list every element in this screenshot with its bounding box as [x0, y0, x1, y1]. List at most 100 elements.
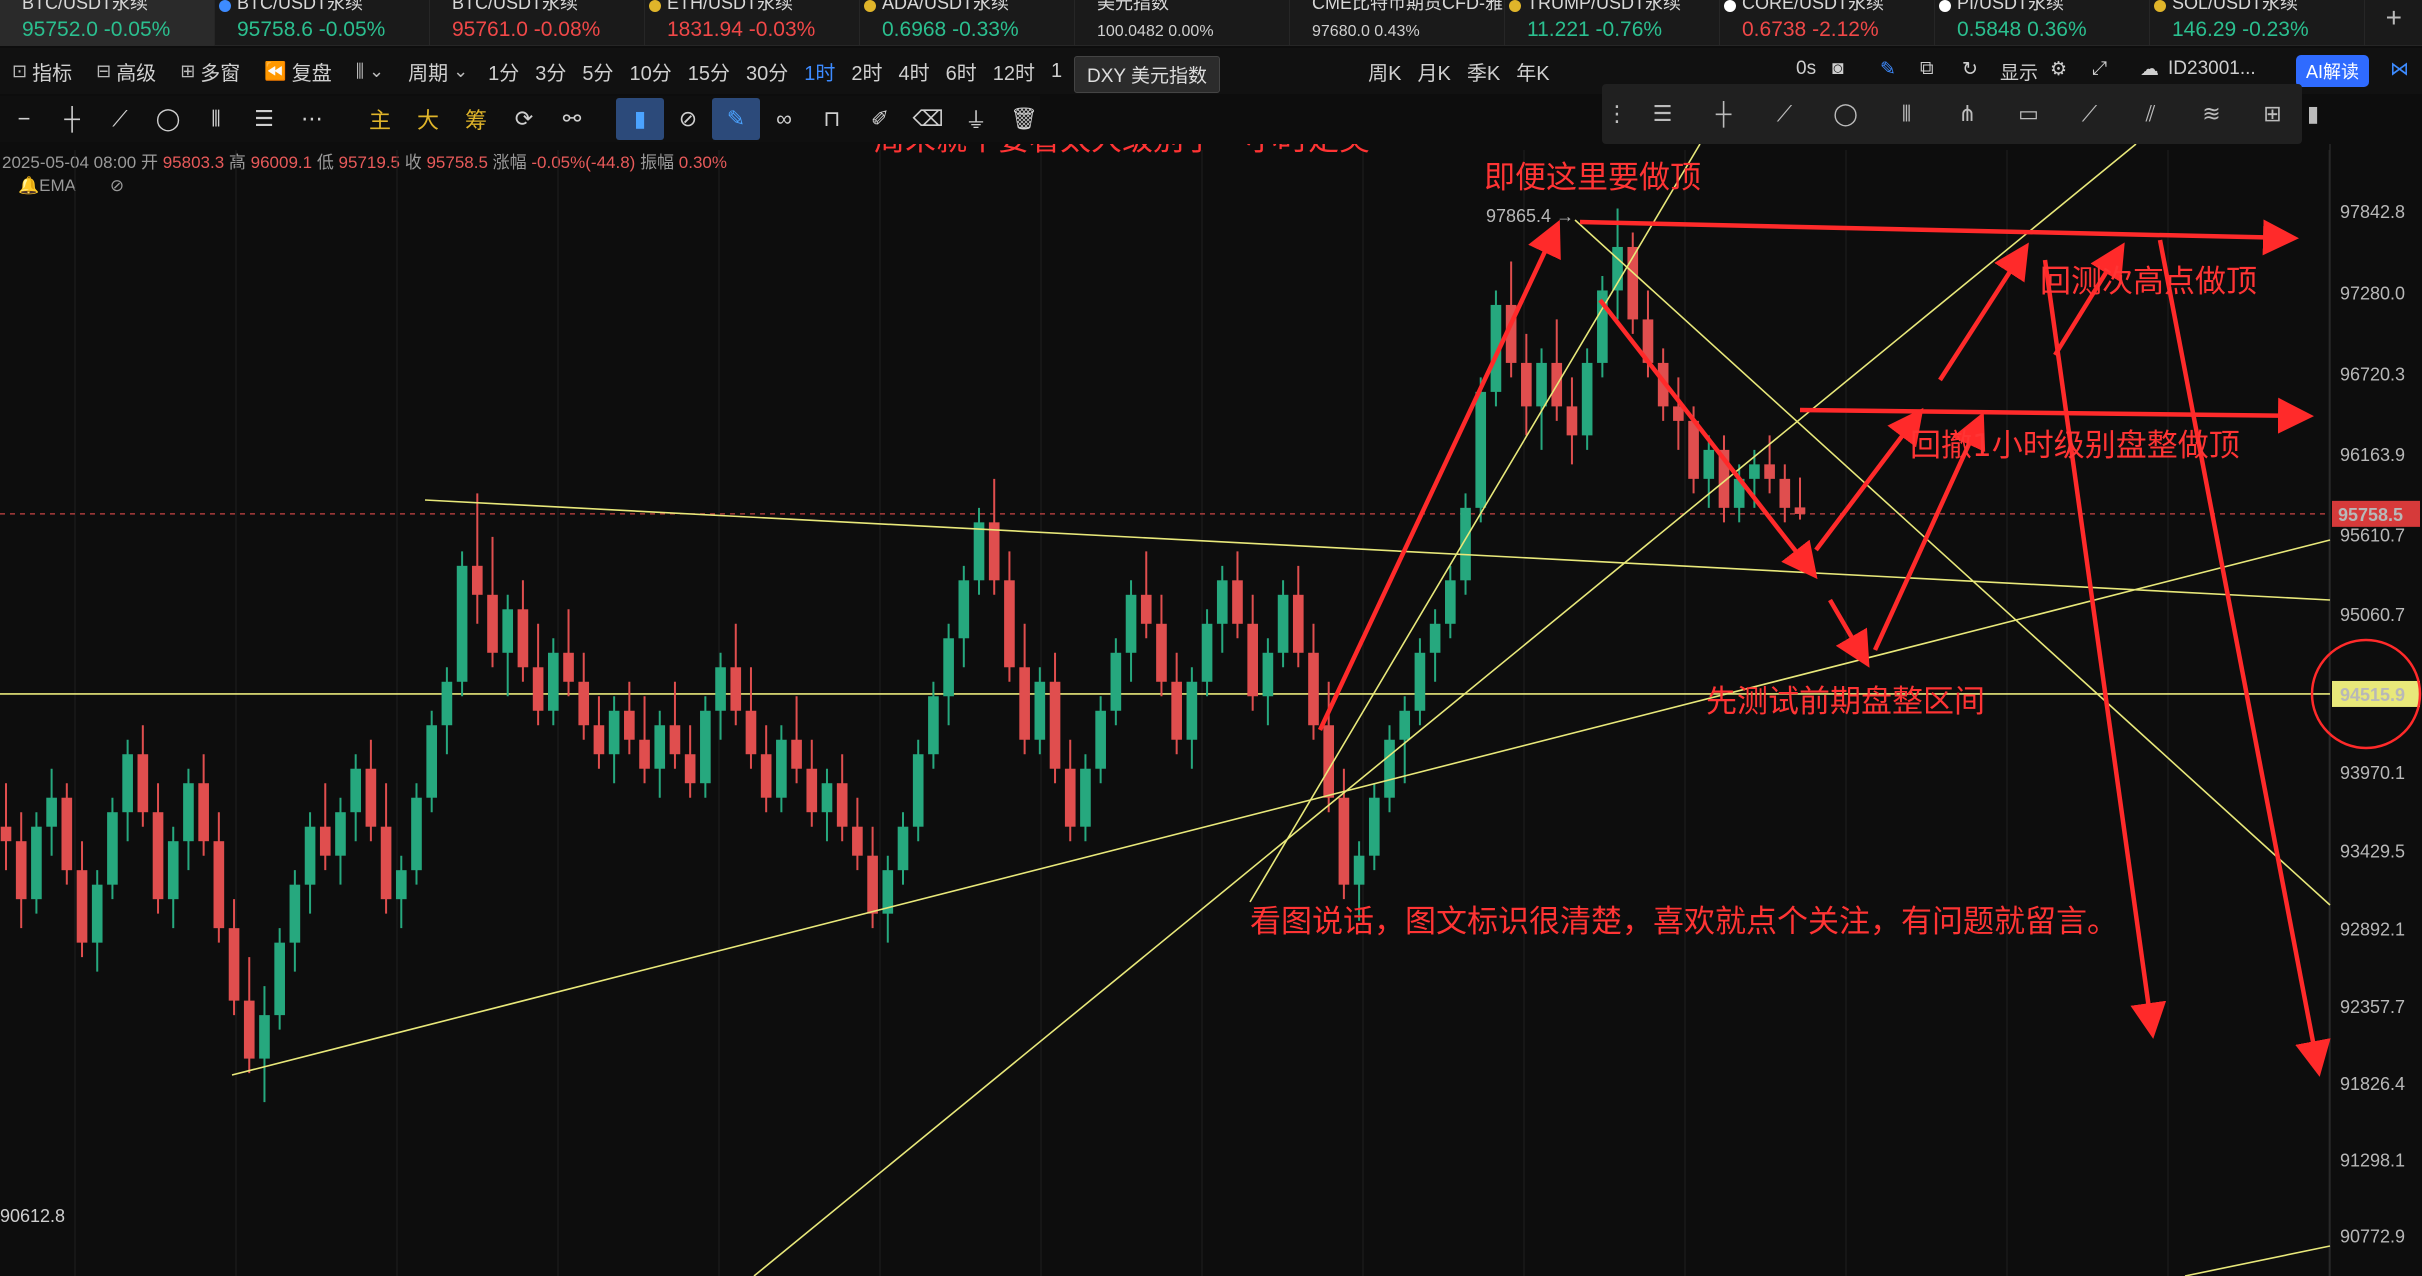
interval-5[interactable]: 30分: [738, 48, 796, 94]
candle-body: [700, 710, 711, 784]
ticker-tab[interactable]: ADA/USDT永续 0.6968 -0.33%: [860, 0, 1075, 46]
magnet-icon[interactable]: ⚯: [548, 98, 596, 140]
interval-3[interactable]: 10分: [622, 48, 680, 94]
candle: [669, 681, 681, 769]
arrow[interactable]: [1828, 598, 1870, 668]
interval-long-0[interactable]: 周K: [1360, 48, 1409, 94]
crosshair-line-icon[interactable]: ┼: [1693, 93, 1754, 135]
ticker-tab[interactable]: CME比特币期货CFD-雅 97680.0 0.43%: [1290, 0, 1505, 46]
chip-button[interactable]: 筹: [452, 98, 500, 140]
ticker-tab[interactable]: BTC/USDT永续 95758.6 -0.05%: [215, 0, 430, 46]
collapse-icon[interactable]: ▮: [2303, 93, 2323, 135]
draw-pen-icon[interactable]: ✎: [712, 98, 760, 140]
add-icon[interactable]: ⊞: [2242, 93, 2303, 135]
trendline-icon[interactable]: ⟋: [1754, 93, 1815, 135]
arrow[interactable]: [1579, 219, 2299, 256]
ticker-tab[interactable]: 美元指数 100.0482 0.00%: [1075, 0, 1290, 46]
ticker-tab[interactable]: CORE/USDT永续 0.6738 -2.12%: [1720, 0, 1935, 46]
candle: [456, 551, 468, 697]
arrow[interactable]: [1799, 397, 2314, 434]
ticker-name: BTC/USDT永续: [452, 0, 578, 12]
ruler-icon[interactable]: ⊘: [664, 98, 712, 140]
candle-body: [107, 812, 118, 885]
trash-icon[interactable]: 🗑: [1000, 98, 1048, 140]
replay-button[interactable]: ⏪ 复盘: [252, 48, 343, 94]
interval-9[interactable]: 6时: [938, 48, 985, 94]
filter-icon[interactable]: ⏚: [952, 98, 1000, 140]
share-icon[interactable]: ⧉: [1920, 58, 1934, 80]
pitchfork-icon[interactable]: ⋔: [1937, 93, 1998, 135]
interval-0[interactable]: 1分: [480, 48, 527, 94]
crosshair-line-icon[interactable]: ┼: [48, 98, 96, 140]
parallel-lines-icon[interactable]: ☰: [240, 98, 288, 140]
bookmark-icon[interactable]: ▮: [616, 98, 664, 140]
ellipse-icon[interactable]: ◯: [1815, 93, 1876, 135]
candle-body: [76, 870, 88, 943]
ticker-quote: 0.6738 -2.12%: [1742, 18, 1934, 42]
ticker-quote: 95758.6 -0.05%: [237, 18, 429, 42]
trendline[interactable]: [1574, 219, 2331, 906]
add-tab-button[interactable]: +: [2386, 2, 2402, 34]
interval-6[interactable]: 1时: [796, 48, 843, 94]
camera-icon[interactable]: ◙: [1832, 58, 1843, 80]
interval-10[interactable]: 12时: [985, 48, 1043, 94]
fib-icon[interactable]: ⦀: [192, 98, 240, 140]
arrow[interactable]: [1317, 219, 1561, 731]
trendline[interactable]: [2184, 1245, 2331, 1276]
channel-icon[interactable]: ⫽: [2120, 93, 2181, 135]
interval-2[interactable]: 5分: [574, 48, 621, 94]
ai-analysis-button[interactable]: AI解读: [2296, 55, 2370, 87]
arrow[interactable]: [2157, 239, 2331, 1077]
ticker-tab[interactable]: BTC/USDT永续 95761.0 -0.08%: [430, 0, 645, 46]
indicators-button[interactable]: ⊡ 指标: [0, 48, 84, 94]
account-id[interactable]: ID23001...: [2168, 58, 2256, 80]
interval-long-3[interactable]: 年K: [1508, 48, 1557, 94]
parallel-lines-icon[interactable]: ☰: [1632, 93, 1693, 135]
interval-8[interactable]: 4时: [891, 48, 938, 94]
period-dropdown[interactable]: 周期 ⌄: [396, 48, 480, 94]
price-chart[interactable]: 97842.8 97280.0 96720.3 96163.9 95610.7 95060…: [0, 144, 2422, 1276]
binoculars-icon[interactable]: ∞: [760, 98, 808, 140]
trendline-icon[interactable]: ⟋: [96, 98, 144, 140]
interval-11[interactable]: 1: [1043, 48, 1070, 94]
ray-icon[interactable]: ⟋: [2059, 93, 2120, 135]
drag-handle-icon[interactable]: ⋮: [1602, 93, 1632, 135]
eraser-icon[interactable]: ⌫: [904, 98, 952, 140]
interval-long-2[interactable]: 季K: [1459, 48, 1508, 94]
fib-icon[interactable]: ⦀: [1876, 93, 1937, 135]
main-force-button[interactable]: 主: [356, 98, 404, 140]
ticker-tab[interactable]: TRUMP/USDT永续 11.221 -0.76%: [1505, 0, 1720, 46]
sync-icon[interactable]: ⟳: [500, 98, 548, 140]
ticker-quote: 95752.0 -0.05%: [22, 18, 214, 42]
multi-window-button[interactable]: ⊞ 多窗: [168, 48, 252, 94]
interval-4[interactable]: 15分: [680, 48, 738, 94]
ticker-tab[interactable]: ETH/USDT永续 1831.94 -0.03%: [645, 0, 860, 46]
interval-7[interactable]: 2时: [843, 48, 890, 94]
ticker-tab[interactable]: SOL/USDT永续 146.29 -0.23%: [2150, 0, 2365, 46]
fullscreen-icon[interactable]: ⤢: [2092, 58, 2107, 80]
pen-icon[interactable]: ✎: [1880, 58, 1896, 81]
horizontal-line-icon[interactable]: −: [0, 98, 48, 140]
arrow[interactable]: [1814, 407, 1924, 552]
rectangle-icon[interactable]: ▭: [1998, 93, 2059, 135]
trendline[interactable]: [424, 499, 2331, 601]
more-icon[interactable]: ⋯: [288, 98, 336, 140]
wave-icon[interactable]: ≋: [2181, 93, 2242, 135]
candle-body: [365, 768, 377, 827]
advanced-button[interactable]: ⊟ 高级: [84, 48, 168, 94]
refresh-icon[interactable]: ↻: [1962, 58, 1978, 81]
gear-icon[interactable]: ⚙: [2050, 58, 2067, 81]
lock-icon[interactable]: ⊓: [808, 98, 856, 140]
interval-1[interactable]: 3分: [527, 48, 574, 94]
candle: [152, 783, 164, 914]
interval-long-1[interactable]: 月K: [1410, 48, 1459, 94]
ticker-tab[interactable]: PI/USDT永续 0.5848 0.36%: [1935, 0, 2150, 46]
chart-type-button[interactable]: ⫼ ⌄: [344, 48, 396, 94]
large-order-button[interactable]: 大: [404, 98, 452, 140]
note-icon[interactable]: ✐: [856, 98, 904, 140]
display-button[interactable]: 显示: [2000, 58, 2038, 85]
trendline[interactable]: [1249, 144, 1701, 903]
share-network-icon[interactable]: ⋈: [2390, 58, 2409, 81]
ellipse-icon[interactable]: ◯: [144, 98, 192, 140]
ticker-tab[interactable]: BTC/USDT永续 95752.0 -0.05%: [0, 0, 215, 46]
